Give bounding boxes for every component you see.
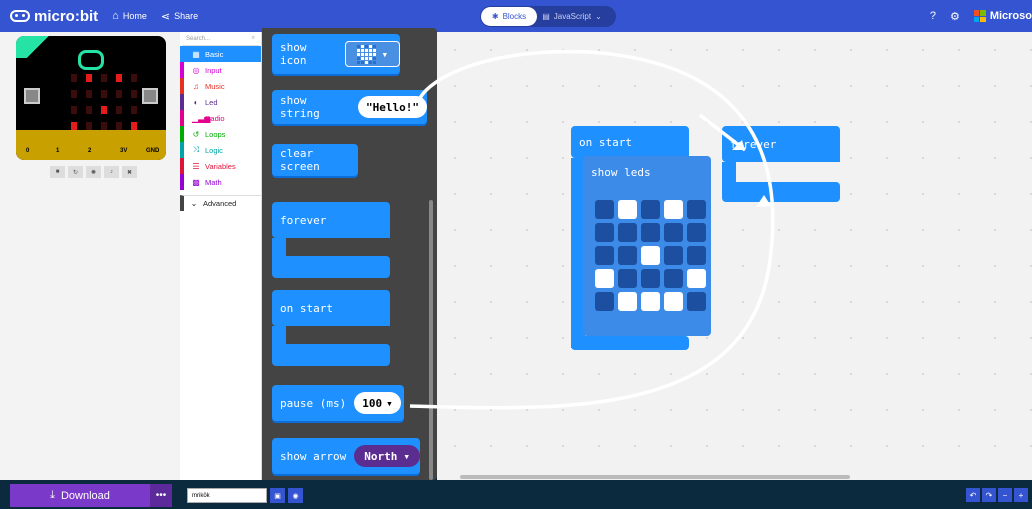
top-bar: micro:bit ⌂ Home ⋖ Share ✱ Blocks ▤ Java… (0, 0, 1032, 32)
home-label: Home (122, 11, 147, 21)
tab-blocks[interactable]: ✱ Blocks (481, 7, 537, 26)
gear-icon[interactable]: ⚙ (950, 10, 960, 23)
share-link[interactable]: ⋖ Share (161, 10, 198, 23)
category-advanced[interactable]: ⌄ Advanced (180, 195, 261, 211)
chevron-down-icon: ⌄ (190, 199, 198, 208)
category-loops[interactable]: ↺ Loops (180, 126, 261, 142)
zoom-out-icon[interactable]: − (998, 488, 1012, 502)
headphones-icon: ♫ (193, 81, 199, 91)
list-icon: ☰ (192, 161, 200, 171)
pause-dropdown[interactable]: 100 ▾ (354, 392, 401, 414)
on-start-flyout-block[interactable]: on start (272, 290, 390, 366)
save-icon: ▣ (274, 492, 281, 500)
target-icon: ◎ (192, 65, 200, 75)
pin-label: 3V (120, 148, 128, 154)
workspace-scrollbar[interactable] (460, 475, 850, 479)
pin-label[interactable]: 0 (26, 148, 29, 154)
document-icon: ▤ (542, 12, 550, 21)
grid-icon: ▦ (192, 49, 200, 59)
edge-connector: 0 1 2 3V GND (16, 130, 166, 160)
shuffle-icon: ⤨ (192, 145, 200, 154)
loop-icon: ↺ (192, 129, 200, 139)
show-icon-block[interactable]: show icon ▾ (272, 34, 400, 74)
category-music[interactable]: ♫ Music (180, 78, 261, 94)
button-b[interactable] (142, 88, 158, 104)
flyout-scrollbar[interactable] (429, 200, 433, 480)
simulator-panel: 0 1 2 3V GND ■ ↻ ✺ ♪ ✖ (0, 32, 180, 480)
forever-block[interactable]: forever (722, 126, 840, 202)
more-button[interactable]: ••• (150, 484, 172, 507)
redo-icon[interactable]: ↷ (982, 488, 996, 502)
chevron-down-icon: ▾ (403, 449, 410, 463)
toolbox-search[interactable]: Search... ⌕ (182, 32, 259, 46)
pin-label[interactable]: 2 (88, 148, 91, 154)
puzzle-icon: ✱ (491, 12, 499, 21)
simulator-controls: ■ ↻ ✺ ♪ ✖ (50, 166, 137, 178)
workspace-controls: ↶ ↷ − + (966, 488, 1028, 502)
debug-icon[interactable]: ✺ (86, 166, 101, 178)
string-input[interactable]: "Hello!" (358, 96, 427, 118)
share-label: Share (174, 11, 199, 21)
help-icon[interactable]: ? (930, 10, 936, 22)
download-icon: ⤓ (50, 489, 55, 501)
project-name-input[interactable]: mrikök (187, 488, 267, 503)
category-math[interactable]: ▩ Math (180, 174, 261, 190)
microbit-logo[interactable]: micro:bit (10, 8, 98, 25)
microsoft-logo[interactable]: Microso (973, 10, 1032, 22)
led-grid-editor[interactable] (595, 200, 706, 311)
category-logic[interactable]: ⤨ Logic (180, 142, 261, 158)
signal-icon: ▁▃▅ (192, 113, 211, 123)
arrow-dropdown[interactable]: North ▾ (354, 445, 420, 467)
stop-icon[interactable]: ■ (50, 166, 65, 178)
tab-javascript[interactable]: ▤ JavaScript ⌄ (537, 7, 607, 26)
restart-icon[interactable]: ↻ (68, 166, 83, 178)
home-icon: ⌂ (112, 10, 119, 22)
toolbox: Search... ⌕ ▦ Basic ◎ Input ♫ Music ◐ Le… (180, 32, 262, 480)
save-button[interactable]: ▣ (270, 488, 285, 503)
sound-icon[interactable]: ♪ (104, 166, 119, 178)
forever-label: forever (730, 137, 777, 151)
forever-flyout-block[interactable]: forever (272, 202, 390, 278)
brand-name: micro:bit (34, 7, 99, 25)
fullscreen-icon[interactable]: ✖ (122, 166, 137, 178)
block-flyout: show icon ▾ show string "Hello!" clear s… (262, 28, 437, 480)
button-a[interactable] (24, 88, 40, 104)
icon-picker[interactable]: ▾ (344, 41, 400, 67)
pin-label[interactable]: 1 (56, 148, 59, 154)
toggle-icon: ◐ (193, 97, 199, 107)
microbit-simulator[interactable]: 0 1 2 3V GND (16, 36, 166, 160)
blocks-workspace[interactable] (437, 32, 1032, 480)
on-start-block[interactable]: on start show leds (571, 126, 711, 350)
category-led[interactable]: ◐ Led (180, 94, 261, 110)
microbit-face (78, 50, 104, 70)
category-variables[interactable]: ☰ Variables (180, 158, 261, 174)
clear-screen-block[interactable]: clear screen (272, 144, 358, 176)
pause-block[interactable]: pause (ms) 100 ▾ (272, 385, 404, 421)
home-link[interactable]: ⌂ Home (112, 10, 147, 22)
category-basic[interactable]: ▦ Basic (180, 46, 261, 62)
chevron-down-icon: ▾ (381, 47, 389, 61)
microsoft-icon (973, 10, 986, 22)
heart-icon (356, 44, 376, 64)
show-leds-label: show leds (591, 166, 651, 179)
pin-label: GND (146, 148, 160, 154)
share-icon: ⋖ (160, 10, 171, 23)
editor-mode-toggle: ✱ Blocks ▤ JavaScript ⌄ (480, 6, 616, 27)
show-arrow-block[interactable]: show arrow North ▾ (272, 438, 420, 474)
show-string-block[interactable]: show string "Hello!" (272, 90, 427, 124)
chevron-down-icon: ▾ (386, 396, 393, 410)
category-input[interactable]: ◎ Input (180, 62, 261, 78)
zoom-in-icon[interactable]: + (1014, 488, 1028, 502)
download-button[interactable]: ⤓ Download (10, 484, 150, 507)
microbit-icon (10, 10, 30, 22)
search-icon: ⌕ (251, 35, 255, 41)
undo-icon[interactable]: ↶ (966, 488, 980, 502)
category-radio[interactable]: ▁▃▅ Radio (180, 110, 261, 126)
github-button[interactable]: ◉ (288, 488, 303, 503)
chevron-down-icon: ⌄ (595, 12, 602, 21)
github-icon: ◉ (292, 492, 299, 500)
calculator-icon: ▩ (192, 177, 200, 187)
on-start-label: on start (579, 135, 632, 149)
